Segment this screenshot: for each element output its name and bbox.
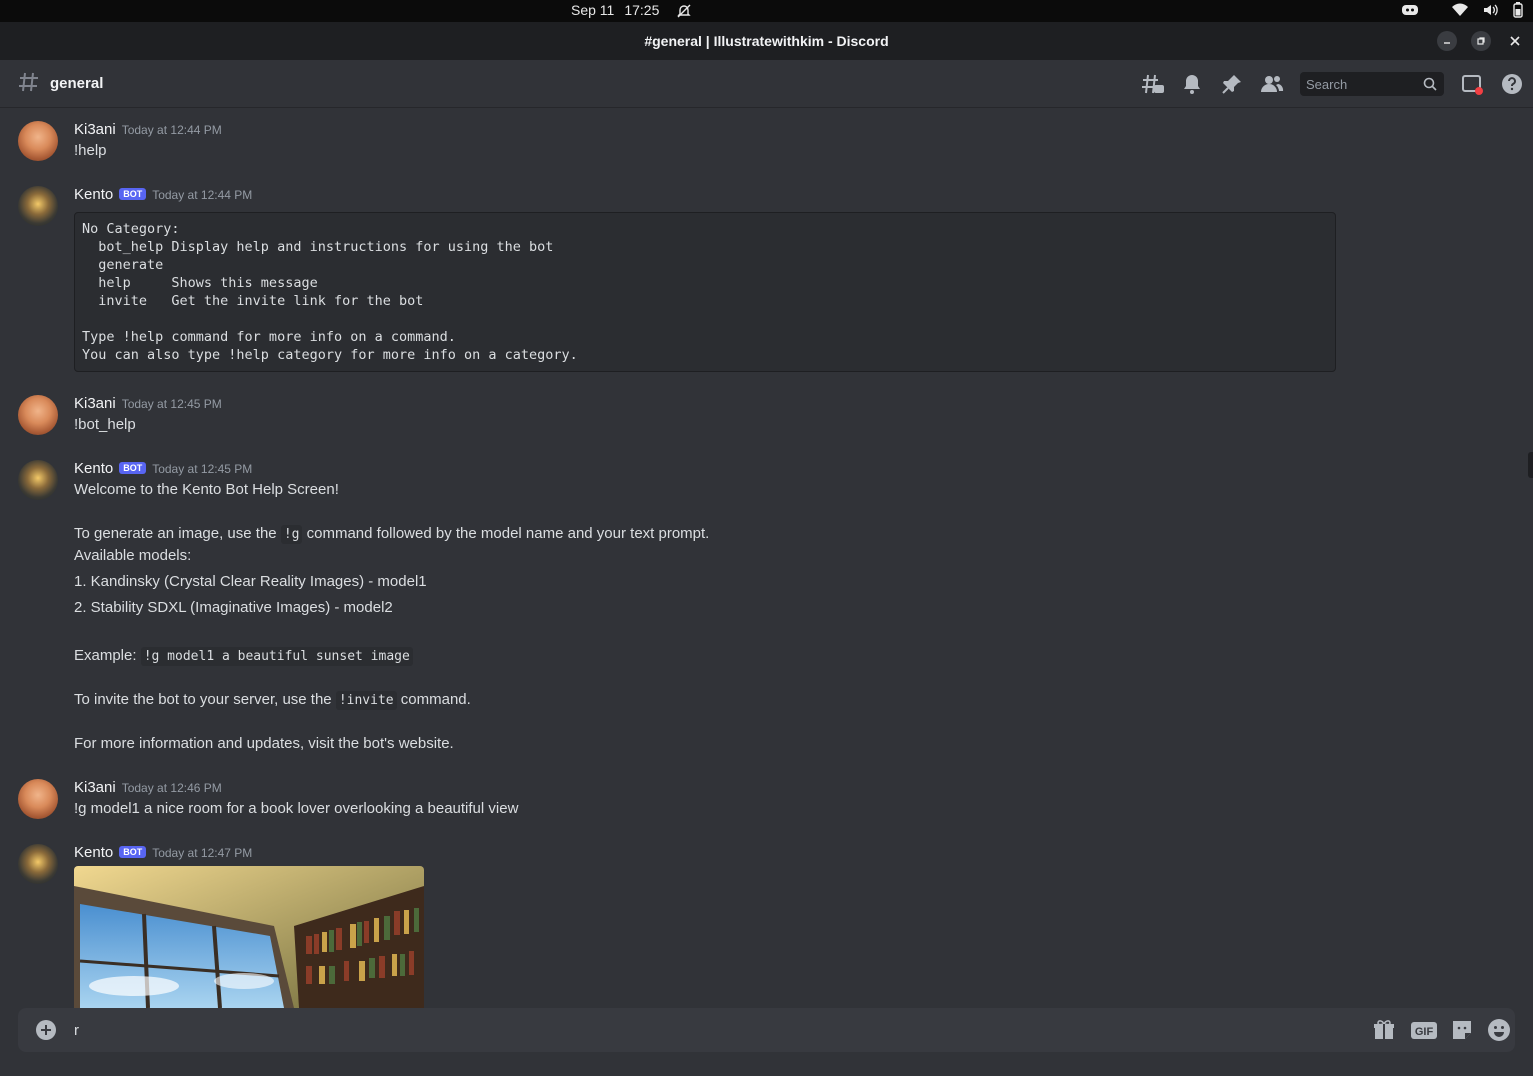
pin-icon[interactable] bbox=[1220, 72, 1244, 96]
channel-header: general bbox=[0, 60, 1533, 108]
generate-instructions: To generate an image, use the !g command… bbox=[74, 523, 709, 546]
message-text: !g model1 a nice room for a book lover o… bbox=[74, 800, 519, 817]
avatar[interactable] bbox=[18, 121, 58, 161]
message-list[interactable]: Ki3ani Today at 12:44 PM !help Kento BOT… bbox=[0, 109, 1533, 1008]
channel-name: general bbox=[50, 75, 104, 92]
invite-text-post: command. bbox=[396, 691, 471, 708]
model-item-1: 1. Kandinsky (Crystal Clear Reality Imag… bbox=[74, 573, 427, 590]
message-author[interactable]: Kento bbox=[74, 460, 113, 477]
emoji-icon[interactable] bbox=[1487, 1018, 1511, 1042]
avatar[interactable] bbox=[18, 844, 58, 884]
bot-tag: BOT bbox=[119, 188, 147, 200]
avatar[interactable] bbox=[18, 186, 58, 226]
message-author[interactable]: Ki3ani bbox=[74, 121, 116, 138]
message-author[interactable]: Ki3ani bbox=[74, 779, 116, 796]
models-heading: Available models: bbox=[74, 547, 192, 564]
generate-text-pre: To generate an image, use the bbox=[74, 525, 281, 542]
message-timestamp: Today at 12:44 PM bbox=[121, 123, 222, 137]
gift-icon[interactable] bbox=[1372, 1018, 1396, 1042]
generate-text-post: command followed by the model name and y… bbox=[302, 525, 710, 542]
window-title: #general | Illustratewithkim - Discord bbox=[644, 33, 889, 49]
invite-instructions: To invite the bot to your server, use th… bbox=[74, 689, 471, 712]
members-icon[interactable] bbox=[1260, 72, 1284, 96]
invite-command-code: !invite bbox=[335, 691, 397, 710]
bell-icon[interactable] bbox=[1180, 72, 1204, 96]
more-info-line: For more information and updates, visit … bbox=[74, 735, 454, 752]
generated-image[interactable] bbox=[74, 866, 424, 1008]
message-composer: GIF bbox=[18, 1008, 1515, 1052]
threads-icon[interactable] bbox=[1141, 72, 1165, 96]
help-icon[interactable] bbox=[1500, 72, 1524, 96]
inbox-icon[interactable] bbox=[1460, 72, 1484, 96]
add-circle-icon[interactable] bbox=[36, 1020, 56, 1040]
bot-tag: BOT bbox=[119, 846, 147, 858]
message-text: !help bbox=[74, 142, 107, 159]
discord-tray-icon[interactable] bbox=[1401, 3, 1419, 20]
avatar[interactable] bbox=[18, 460, 58, 500]
close-button[interactable] bbox=[1505, 31, 1525, 51]
window-title-bar: #general | Illustratewithkim - Discord bbox=[0, 22, 1533, 60]
volume-icon[interactable] bbox=[1483, 3, 1499, 20]
message-timestamp: Today at 12:44 PM bbox=[152, 188, 253, 202]
gif-icon[interactable]: GIF bbox=[1410, 1018, 1438, 1042]
os-time: 17:25 bbox=[624, 2, 660, 18]
search-box[interactable] bbox=[1300, 72, 1444, 96]
model-item-2: 2. Stability SDXL (Imaginative Images) -… bbox=[74, 599, 393, 616]
message-author[interactable]: Kento bbox=[74, 844, 113, 861]
message-timestamp: Today at 12:46 PM bbox=[121, 781, 222, 795]
code-block: No Category: bot_help Display help and i… bbox=[74, 212, 1336, 372]
notifications-muted-icon[interactable] bbox=[676, 3, 692, 22]
generate-command-code: !g bbox=[280, 525, 303, 544]
wifi-icon[interactable] bbox=[1451, 3, 1469, 20]
avatar[interactable] bbox=[18, 779, 58, 819]
example-command-code: !g model1 a beautiful sunset image bbox=[140, 647, 413, 666]
message-timestamp: Today at 12:45 PM bbox=[121, 397, 222, 411]
message-timestamp: Today at 12:45 PM bbox=[152, 462, 253, 476]
message-author[interactable]: Ki3ani bbox=[74, 395, 116, 412]
example-label: Example: bbox=[74, 647, 141, 664]
os-clock[interactable]: Sep 11 17:25 bbox=[571, 2, 659, 18]
scroll-indicator[interactable] bbox=[1528, 452, 1533, 478]
minimize-button[interactable] bbox=[1437, 31, 1457, 51]
sticker-icon[interactable] bbox=[1450, 1018, 1474, 1042]
message-input[interactable] bbox=[74, 1018, 1354, 1042]
avatar[interactable] bbox=[18, 395, 58, 435]
welcome-line: Welcome to the Kento Bot Help Screen! bbox=[74, 481, 339, 498]
search-icon[interactable] bbox=[1422, 76, 1438, 97]
channel-hash-icon bbox=[18, 70, 40, 101]
message-text: !bot_help bbox=[74, 416, 136, 433]
os-date: Sep 11 bbox=[571, 2, 615, 18]
search-input[interactable] bbox=[1306, 75, 1416, 93]
message-author[interactable]: Kento bbox=[74, 186, 113, 203]
os-top-bar: Sep 11 17:25 bbox=[0, 0, 1533, 22]
example-line: Example: !g model1 a beautiful sunset im… bbox=[74, 645, 413, 668]
svg-text:GIF: GIF bbox=[1415, 1026, 1434, 1038]
message-timestamp: Today at 12:47 PM bbox=[152, 846, 253, 860]
battery-icon[interactable] bbox=[1513, 2, 1523, 21]
invite-text-pre: To invite the bot to your server, use th… bbox=[74, 691, 336, 708]
restore-button[interactable] bbox=[1471, 31, 1491, 51]
bot-tag: BOT bbox=[119, 462, 147, 474]
